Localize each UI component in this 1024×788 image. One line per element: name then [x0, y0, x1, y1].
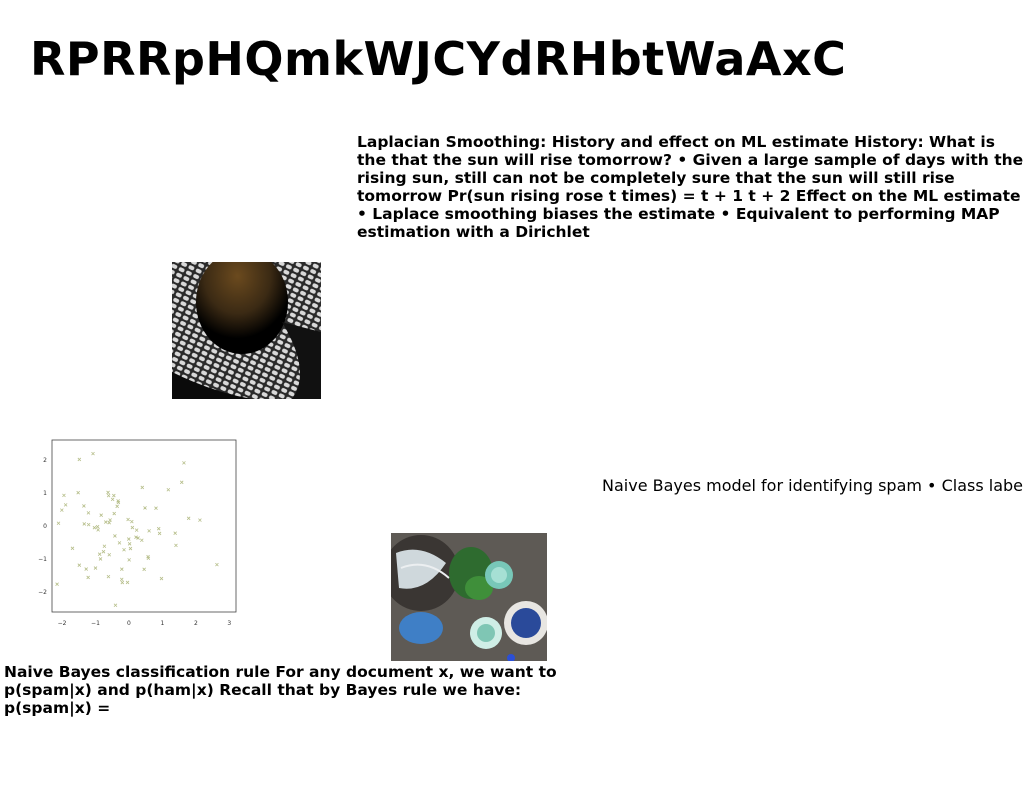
bowls-photo — [391, 533, 547, 661]
y-tick-label: −1 — [38, 556, 47, 563]
x-tick-label: 1 — [160, 620, 164, 627]
scatter-plot: −2 −1 0 1 2 3 2 1 0 −1 −2 — [30, 430, 245, 635]
x-tick-label: 0 — [127, 620, 131, 627]
tunnel-photo — [172, 262, 321, 399]
y-tick-label: 1 — [43, 490, 47, 497]
classification-rule-text: Naive Bayes classification rule For any … — [4, 663, 557, 717]
y-tick-label: 0 — [43, 523, 47, 530]
spam-model-text: Naive Bayes model for identifying spam •… — [602, 476, 1024, 495]
x-tick-label: −1 — [91, 620, 100, 627]
laplacian-smoothing-text: Laplacian Smoothing: History and effect … — [357, 133, 1024, 241]
slide-title: RPRRpHQmkWJCYdRHbtWaAxC — [30, 32, 847, 86]
x-tick-label: −2 — [58, 620, 67, 627]
plot-frame — [51, 439, 237, 613]
y-tick-label: −2 — [38, 589, 47, 596]
x-tick-label: 2 — [194, 620, 198, 627]
x-tick-label: 3 — [227, 620, 231, 627]
y-tick-label: 2 — [43, 457, 47, 464]
